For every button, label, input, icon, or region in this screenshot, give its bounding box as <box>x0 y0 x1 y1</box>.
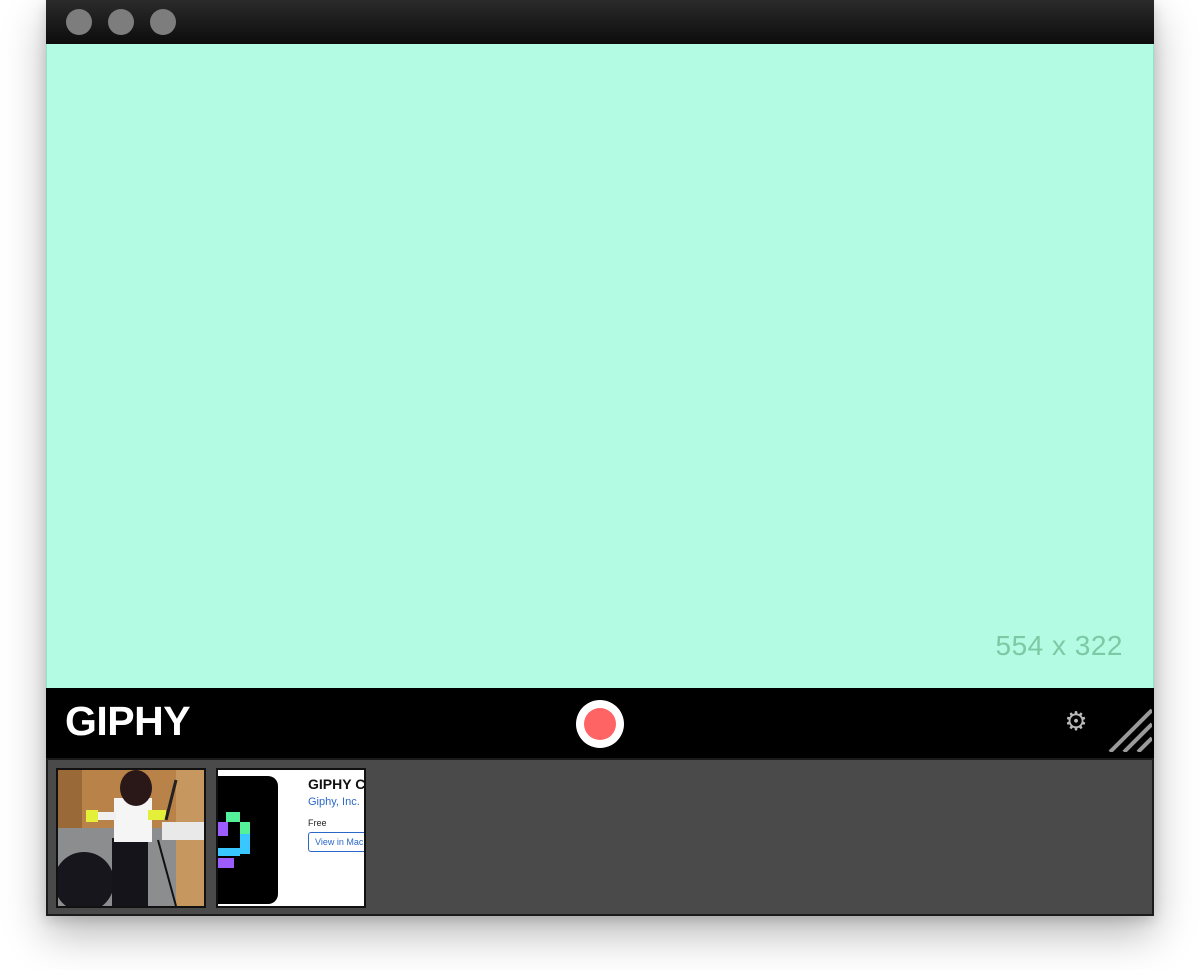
giphy-capture-window: 554 x 322 GIPHY ⚙ GIPHY C Giphy, Inc. Fr… <box>46 0 1154 916</box>
dancer-photo <box>58 770 204 906</box>
gear-icon[interactable]: ⚙ <box>1063 708 1089 734</box>
app-publisher: Giphy, Inc. <box>308 796 360 808</box>
capture-dimensions-label: 554 x 322 <box>995 630 1123 661</box>
recording-thumbnail-2[interactable]: GIPHY C Giphy, Inc. Free View in Mac <box>216 768 366 908</box>
record-icon <box>584 708 616 740</box>
app-price: Free <box>308 818 327 828</box>
title-bar[interactable] <box>46 0 1154 44</box>
resize-handle-icon[interactable] <box>1106 706 1154 754</box>
zoom-button[interactable] <box>150 9 176 35</box>
close-button[interactable] <box>66 9 92 35</box>
minimize-button[interactable] <box>108 9 134 35</box>
giphy-logo: GIPHY <box>65 698 191 744</box>
giphy-app-icon <box>218 776 278 904</box>
app-title: GIPHY C <box>308 776 366 792</box>
recordings-tray: GIPHY C Giphy, Inc. Free View in Mac <box>46 758 1154 916</box>
bottom-toolbar: GIPHY ⚙ <box>46 688 1154 758</box>
record-button[interactable] <box>576 700 624 748</box>
recording-thumbnail-1[interactable] <box>56 768 206 908</box>
capture-area[interactable]: 554 x 322 <box>46 44 1154 688</box>
view-in-mac-app-store-button: View in Mac <box>308 832 364 852</box>
giphy-capture-icon <box>218 812 250 868</box>
